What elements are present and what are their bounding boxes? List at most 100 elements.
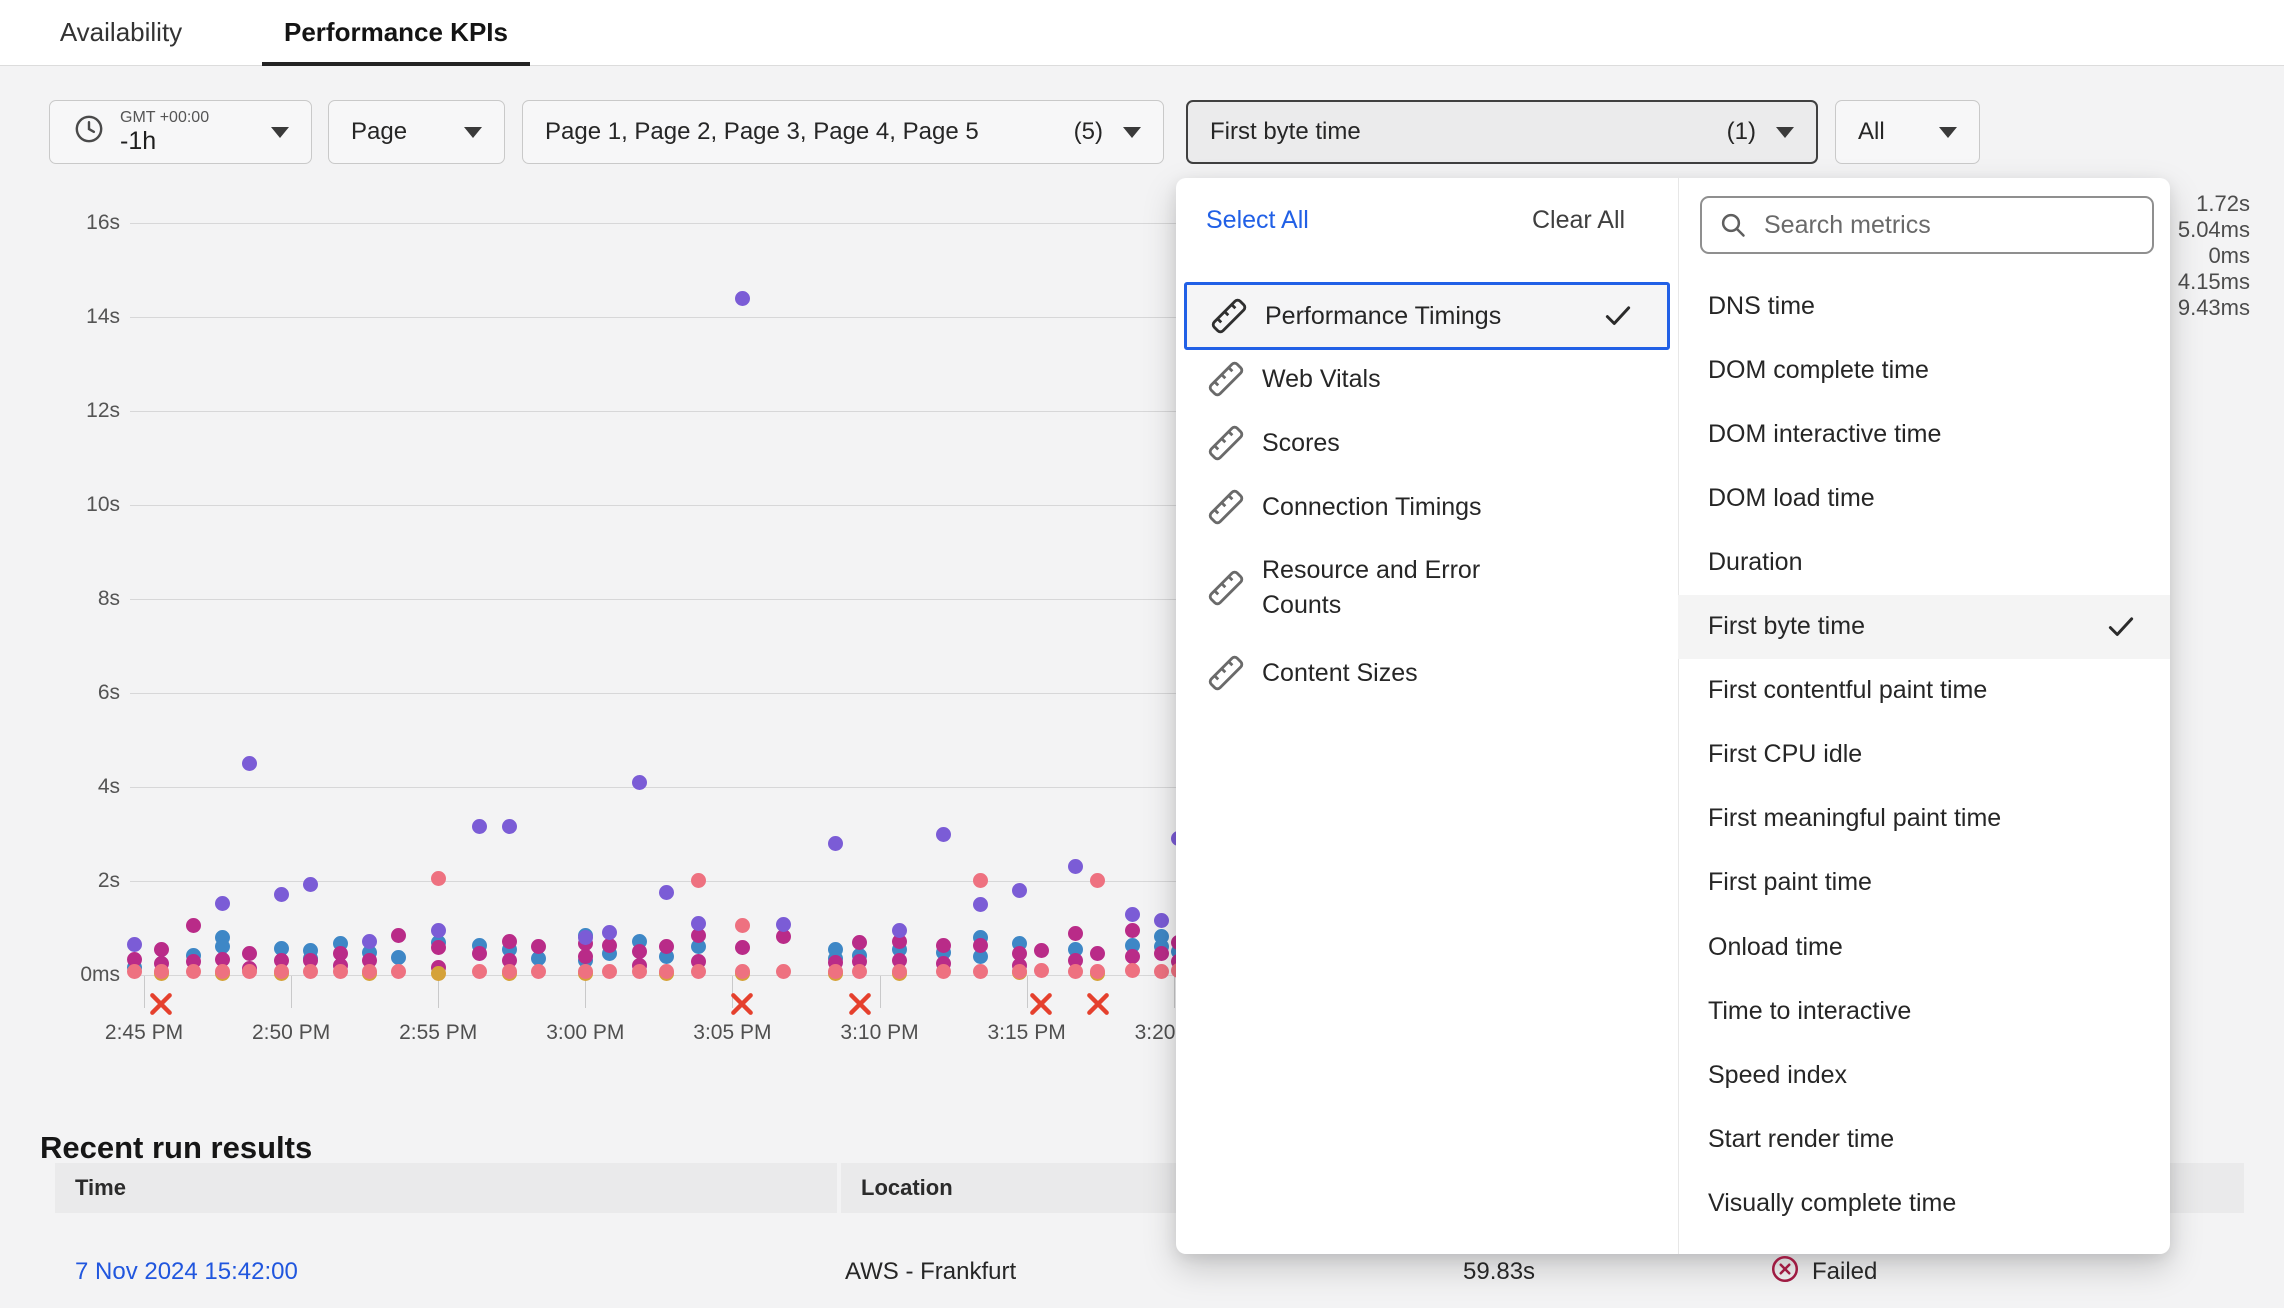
metric-item-onload-time[interactable]: Onload time: [1678, 915, 2170, 979]
failed-run-marker-icon: [729, 991, 755, 1017]
data-point-purple: [431, 923, 446, 938]
metric-label: DNS time: [1708, 292, 1815, 321]
category-item-content-sizes[interactable]: Content Sizes: [1176, 642, 1678, 704]
y-axis-tick-label: 0ms: [34, 963, 120, 987]
metric-dropdown-panel: Select All Clear All Performance Timings…: [1176, 178, 2170, 1254]
metric-item-visually-complete-time[interactable]: Visually complete time: [1678, 1171, 2170, 1235]
run-duration: 59.83s: [1463, 1246, 1535, 1298]
metric-label: Visually complete time: [1708, 1189, 1956, 1218]
pages-filter-count: (5): [1074, 118, 1103, 146]
run-time-link[interactable]: 7 Nov 2024 15:42:00: [75, 1246, 298, 1298]
metric-item-dom-load-time[interactable]: DOM load time: [1678, 466, 2170, 530]
metric-item-start-render-time[interactable]: Start render time: [1678, 1107, 2170, 1171]
chevron-down-icon: [1776, 127, 1794, 138]
hover-value-labels: 1.72s5.04ms0ms4.15ms9.43ms: [2178, 191, 2250, 321]
data-point-purple: [1125, 907, 1140, 922]
scope-filter-value: All: [1858, 118, 1885, 146]
hover-value: 0ms: [2178, 243, 2250, 269]
metric-filter-value: First byte time: [1210, 118, 1707, 146]
hover-value: 9.43ms: [2178, 295, 2250, 321]
category-label: Web Vitals: [1262, 362, 1532, 397]
metric-label: First paint time: [1708, 868, 1872, 897]
category-item-resource-and-error-counts[interactable]: Resource and Error Counts: [1176, 534, 1678, 642]
metric-label: First contentful paint time: [1708, 676, 1987, 705]
column-header-time[interactable]: Time: [55, 1163, 837, 1213]
metric-item-time-to-interactive[interactable]: Time to interactive: [1678, 979, 2170, 1043]
x-axis-tick-label: 3:05 PM: [662, 1021, 802, 1045]
data-point-salmon: [333, 964, 348, 979]
data-point-purple: [362, 934, 377, 949]
metric-label: Duration: [1708, 548, 1803, 577]
search-icon: [1718, 210, 1748, 240]
run-status-text: Failed: [1812, 1258, 1877, 1286]
failed-run-marker-icon: [1028, 991, 1054, 1017]
time-range-dropdown[interactable]: GMT +00:00 -1h: [49, 100, 312, 164]
data-point-purple: [776, 917, 791, 932]
metric-item-first-meaningful-paint-time[interactable]: First meaningful paint time: [1678, 787, 2170, 851]
data-point-purple: [691, 916, 706, 931]
data-point-salmon: [735, 918, 750, 933]
category-item-web-vitals[interactable]: Web Vitals: [1176, 348, 1678, 410]
x-axis-tick-label: 3:00 PM: [515, 1021, 655, 1045]
pages-filter-dropdown[interactable]: Page 1, Page 2, Page 3, Page 4, Page 5 (…: [522, 100, 1164, 164]
data-point-purple: [659, 885, 674, 900]
metric-item-dns-time[interactable]: DNS time: [1678, 274, 2170, 338]
category-item-connection-timings[interactable]: Connection Timings: [1176, 476, 1678, 538]
metric-item-dom-interactive-time[interactable]: DOM interactive time: [1678, 402, 2170, 466]
data-point-magenta: [735, 940, 750, 955]
data-point-salmon: [127, 964, 142, 979]
ruler-icon: [1209, 296, 1249, 336]
data-point-salmon: [274, 964, 289, 979]
data-point-blue: [391, 950, 406, 965]
category-label: Resource and Error Counts: [1262, 553, 1532, 623]
metric-item-first-byte-time[interactable]: First byte time: [1678, 595, 2170, 659]
data-point-purple: [303, 877, 318, 892]
metric-label: Speed index: [1708, 1061, 1847, 1090]
metric-item-first-paint-time[interactable]: First paint time: [1678, 851, 2170, 915]
checkmark-icon: [1603, 301, 1633, 331]
data-point-magenta: [391, 928, 406, 943]
hover-value: 1.72s: [2178, 191, 2250, 217]
failed-run-marker-icon: [847, 991, 873, 1017]
data-point-purple: [1068, 859, 1083, 874]
data-point-magenta: [632, 944, 647, 959]
failed-run-marker-icon: [1085, 991, 1111, 1017]
category-label: Scores: [1262, 426, 1532, 461]
category-item-scores[interactable]: Scores: [1176, 412, 1678, 474]
metric-item-first-contentful-paint-time[interactable]: First contentful paint time: [1678, 659, 2170, 723]
clear-all-link[interactable]: Clear All: [1532, 206, 1625, 235]
scope-filter-dropdown[interactable]: All: [1835, 100, 1980, 164]
tab-availability[interactable]: Availability: [44, 0, 198, 65]
tab-performance-kpis[interactable]: Performance KPIs: [262, 0, 530, 65]
metric-label: DOM load time: [1708, 484, 1875, 513]
data-point-salmon: [1125, 963, 1140, 978]
chevron-down-icon: [1939, 127, 1957, 138]
data-point-magenta: [186, 918, 201, 933]
data-point-salmon: [852, 964, 867, 979]
metric-item-first-cpu-idle[interactable]: First CPU idle: [1678, 723, 2170, 787]
data-point-salmon: [391, 964, 406, 979]
data-point-magenta: [578, 949, 593, 964]
metric-filter-dropdown[interactable]: First byte time (1): [1186, 100, 1818, 164]
chevron-down-icon: [464, 127, 482, 138]
data-point-purple: [973, 897, 988, 912]
data-point-purple: [1154, 913, 1169, 928]
y-axis-tick-label: 6s: [34, 681, 120, 705]
data-point-magenta: [154, 942, 169, 957]
category-item-performance-timings[interactable]: Performance Timings: [1184, 282, 1670, 350]
data-point-magenta: [431, 940, 446, 955]
metric-item-speed-index[interactable]: Speed index: [1678, 1043, 2170, 1107]
search-metrics-input[interactable]: [1762, 210, 2138, 241]
y-axis-tick-label: 10s: [34, 493, 120, 517]
metric-item-dom-complete-time[interactable]: DOM complete time: [1678, 338, 2170, 402]
data-point-purple: [632, 775, 647, 790]
chevron-down-icon: [1123, 127, 1141, 138]
data-point-salmon: [472, 964, 487, 979]
data-point-purple: [127, 937, 142, 952]
y-axis-tick-label: 14s: [34, 305, 120, 329]
data-point-salmon: [1034, 963, 1049, 978]
data-point-salmon: [303, 964, 318, 979]
group-by-dropdown[interactable]: Page: [328, 100, 505, 164]
select-all-link[interactable]: Select All: [1206, 206, 1309, 235]
metric-item-duration[interactable]: Duration: [1678, 530, 2170, 594]
